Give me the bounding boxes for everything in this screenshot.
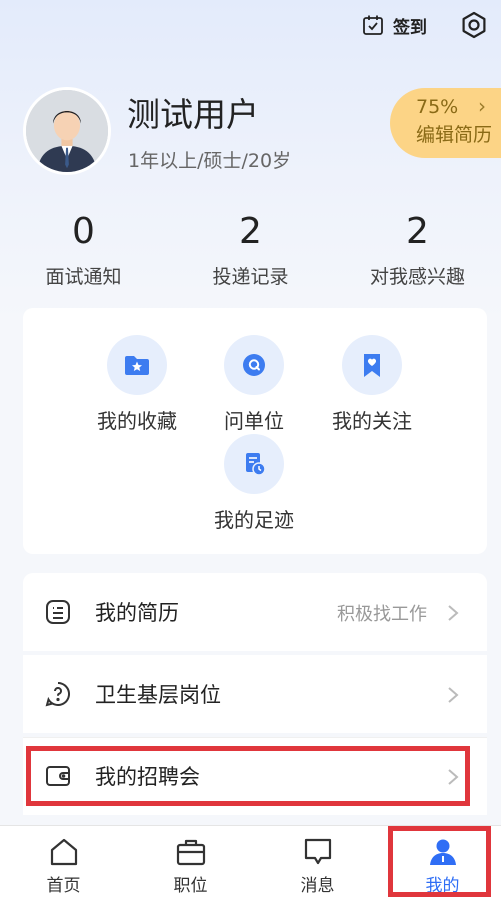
stats-row: 0 面试通知 2 投递记录 2 对我感兴趣: [0, 210, 501, 300]
quick-link-label: 我的收藏: [97, 409, 177, 433]
menu-item-my-resume[interactable]: 我的简历 积极找工作: [23, 573, 487, 651]
gear-icon: [462, 11, 486, 39]
quick-links-card: 我的收藏 问单位 我的关注 我的足迹: [23, 308, 487, 554]
quick-link-favorites[interactable]: 我的收藏: [77, 335, 197, 434]
history-document-icon: [246, 453, 266, 476]
stat-interview-notices[interactable]: 0 面试通知: [0, 210, 167, 289]
tab-label: 消息: [300, 876, 335, 896]
quick-link-label: 我的关注: [332, 409, 412, 433]
highlight-box: [26, 746, 470, 806]
stat-value: 2: [239, 211, 262, 252]
calendar-check-icon: [363, 15, 383, 35]
highlight-box: [388, 826, 491, 897]
quick-link-label: 我的足迹: [214, 508, 294, 532]
stat-value: 2: [406, 211, 429, 252]
stat-application-records[interactable]: 2 投递记录: [167, 210, 334, 289]
briefcase-icon: [176, 839, 205, 866]
quick-link-icon-bg: [107, 335, 167, 395]
menu-item-label: 卫生基层岗位: [95, 683, 221, 707]
top-bar: 签到: [361, 10, 489, 40]
settings-button[interactable]: [459, 10, 489, 40]
edit-resume-label: 编辑简历: [416, 124, 493, 146]
quick-link-icon-bg: [342, 335, 402, 395]
chevron-right-icon: [448, 605, 459, 621]
user-subtitle: 1年以上/硕士/20岁: [128, 150, 292, 172]
resume-completion-percent: 75%: [416, 96, 459, 118]
stat-value: 0: [72, 211, 95, 252]
stat-label: 对我感兴趣: [369, 266, 465, 288]
edit-resume-button[interactable]: 75% › 编辑简历: [390, 88, 501, 158]
menu-item-label: 我的简历: [95, 601, 179, 625]
quick-link-ask-employer[interactable]: 问单位: [194, 335, 314, 434]
home-icon: [50, 838, 77, 866]
message-icon: [304, 838, 331, 865]
user-name: 测试用户: [127, 95, 259, 134]
tab-label: 首页: [46, 876, 81, 896]
tab-label: 职位: [173, 876, 208, 896]
quick-link-icon-bg: [224, 335, 284, 395]
menu-item-health-grassroots-jobs[interactable]: 卫生基层岗位: [23, 655, 487, 733]
folder-star-icon: [125, 356, 149, 375]
tab-jobs[interactable]: 职位: [128, 826, 253, 899]
stat-label: 投递记录: [212, 266, 289, 288]
user-avatar-image: [26, 90, 108, 172]
bookmark-heart-icon: [364, 354, 380, 377]
chevron-right-icon: ›: [478, 94, 486, 118]
checkin-label: 签到: [393, 17, 427, 38]
resume-list-icon: [46, 600, 70, 624]
checkin-button[interactable]: 签到: [361, 13, 427, 38]
quick-link-icon-bg: [224, 434, 284, 494]
job-seeking-status: 积极找工作: [337, 604, 427, 625]
quick-link-footprints[interactable]: 我的足迹: [194, 434, 314, 533]
avatar[interactable]: [23, 87, 111, 175]
question-circle-icon: [45, 681, 70, 707]
tab-messages[interactable]: 消息: [255, 826, 380, 899]
chat-question-icon: [243, 354, 265, 376]
row-divider: [23, 737, 487, 738]
stat-label: 面试通知: [45, 266, 122, 288]
quick-link-label: 问单位: [224, 409, 284, 433]
tab-home[interactable]: 首页: [1, 826, 126, 899]
stat-interested-in-me[interactable]: 2 对我感兴趣: [334, 210, 501, 289]
quick-link-following[interactable]: 我的关注: [312, 335, 432, 434]
chevron-right-icon: [448, 687, 459, 703]
